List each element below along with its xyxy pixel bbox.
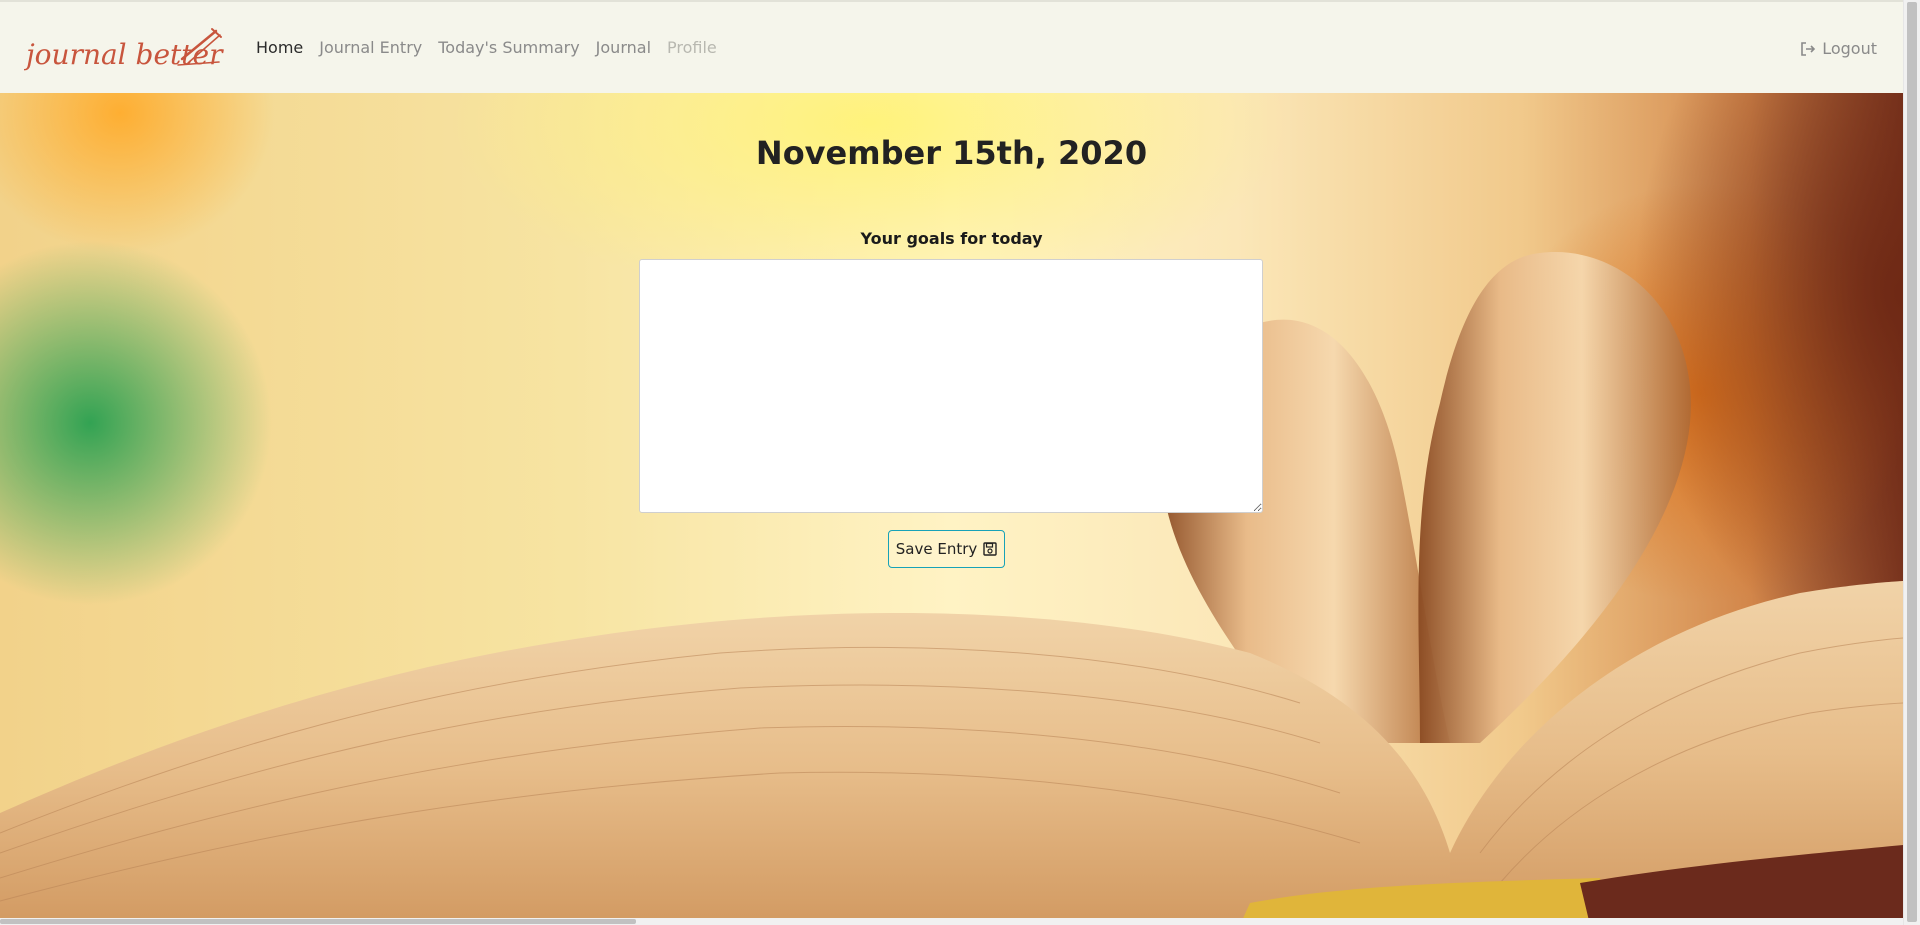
main-nav: Home Journal Entry Today's Summary Journ… <box>248 38 725 57</box>
browser-viewport: journal better Home Journal Entry Today'… <box>0 0 1903 925</box>
vertical-scrollbar[interactable] <box>1903 0 1920 925</box>
save-entry-label: Save Entry <box>895 540 978 558</box>
nav-journal-entry[interactable]: Journal Entry <box>311 38 430 57</box>
goals-textarea[interactable] <box>639 259 1263 513</box>
hero-section: November 15th, 2020 Your goals for today… <box>0 93 1903 925</box>
goals-label: Your goals for today <box>860 229 1043 248</box>
page-title-date: November 15th, 2020 <box>755 134 1148 172</box>
sign-out-icon <box>1801 41 1816 56</box>
nav-journal[interactable]: Journal <box>588 38 659 57</box>
horizontal-scrollbar[interactable] <box>0 918 1903 925</box>
horizontal-scrollbar-thumb[interactable] <box>0 919 636 924</box>
nav-home[interactable]: Home <box>248 38 311 57</box>
vertical-scrollbar-thumb[interactable] <box>1907 2 1917 922</box>
nav-profile: Profile <box>667 38 717 57</box>
brand-logo-svg: journal better <box>24 27 224 71</box>
floppy-disk-icon <box>983 542 997 556</box>
navbar: journal better Home Journal Entry Today'… <box>0 0 1903 93</box>
save-entry-button[interactable]: Save Entry <box>888 530 1005 568</box>
brand-wordmark: journal better <box>24 38 224 71</box>
nav-todays-summary[interactable]: Today's Summary <box>430 38 587 57</box>
brand-logo[interactable]: journal better <box>24 13 224 83</box>
logout-link[interactable]: Logout <box>1800 2 1877 95</box>
logout-label: Logout <box>1822 39 1877 58</box>
